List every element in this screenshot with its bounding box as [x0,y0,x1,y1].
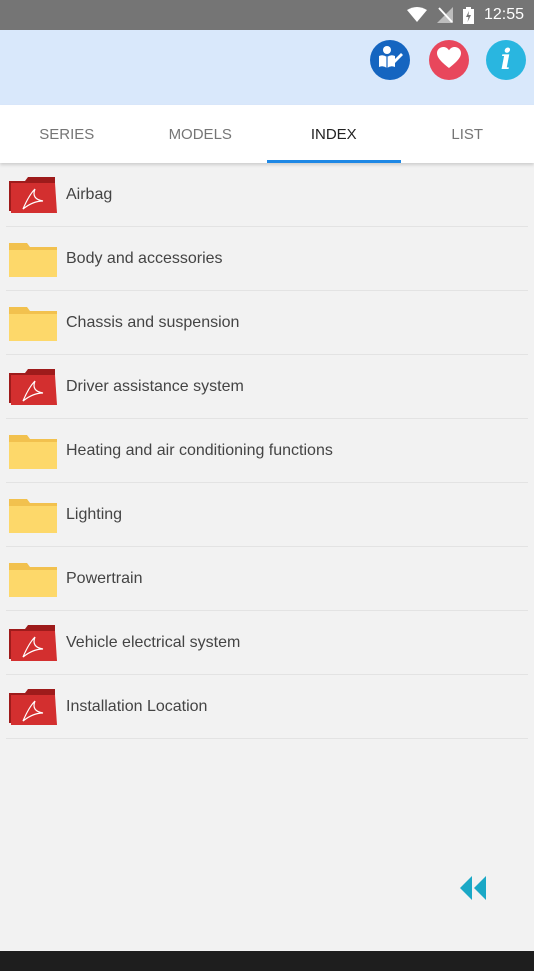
list-item-label: Chassis and suspension [66,313,240,331]
folder-icon [9,559,59,599]
list-item-label: Driver assistance system [66,377,244,395]
manual-reader-button[interactable] [370,40,410,80]
folder-icon [9,495,59,535]
list-item-body-and-accessories[interactable]: Body and accessories [6,227,528,291]
list-item-label: Airbag [66,185,113,203]
tab-bar: SERIES MODELS INDEX LIST [0,105,534,163]
pdf-folder-icon [9,687,59,727]
battery-charging-icon [462,6,474,24]
list-item-powertrain[interactable]: Powertrain [6,547,528,611]
list-item-label: Lighting [66,505,123,523]
rewind-icon [458,876,490,906]
manual-reader-icon [375,43,405,78]
rewind-button[interactable] [458,874,490,902]
pdf-folder-icon [9,367,59,407]
tab-index[interactable]: INDEX [267,105,401,163]
list-item-label: Powertrain [66,569,143,587]
index-list: Airbag Body and accessories Chassis and … [0,163,534,739]
info-icon: i [500,43,512,76]
list-item-airbag[interactable]: Airbag [6,163,528,227]
tab-models[interactable]: MODELS [134,105,268,163]
list-item-chassis-and-suspension[interactable]: Chassis and suspension [6,291,528,355]
list-item-heating-and-air-conditioning[interactable]: Heating and air conditioning functions [6,419,528,483]
list-item-label: Heating and air conditioning functions [66,441,333,459]
list-item-vehicle-electrical-system[interactable]: Vehicle electrical system [6,611,528,675]
tab-series[interactable]: SERIES [0,105,134,163]
folder-icon [9,303,59,343]
no-signal-icon [436,7,453,23]
status-bar: 12:55 [0,0,534,30]
tab-list[interactable]: LIST [401,105,534,163]
heart-icon [436,46,462,75]
status-time: 12:55 [483,6,524,23]
list-item-driver-assistance-system[interactable]: Driver assistance system [6,355,528,419]
app-bar: i [0,30,534,105]
system-navigation-bar [0,951,534,971]
pdf-folder-icon [9,623,59,663]
list-item-label: Vehicle electrical system [66,633,241,651]
list-item-label: Installation Location [66,697,208,715]
wifi-icon [406,7,427,23]
info-button[interactable]: i [486,40,526,80]
favorites-button[interactable] [429,40,469,80]
list-item-installation-location[interactable]: Installation Location [6,675,528,739]
folder-icon [9,239,59,279]
list-item-lighting[interactable]: Lighting [6,483,528,547]
folder-icon [9,431,59,471]
list-item-label: Body and accessories [66,249,223,267]
pdf-folder-icon [9,175,59,215]
